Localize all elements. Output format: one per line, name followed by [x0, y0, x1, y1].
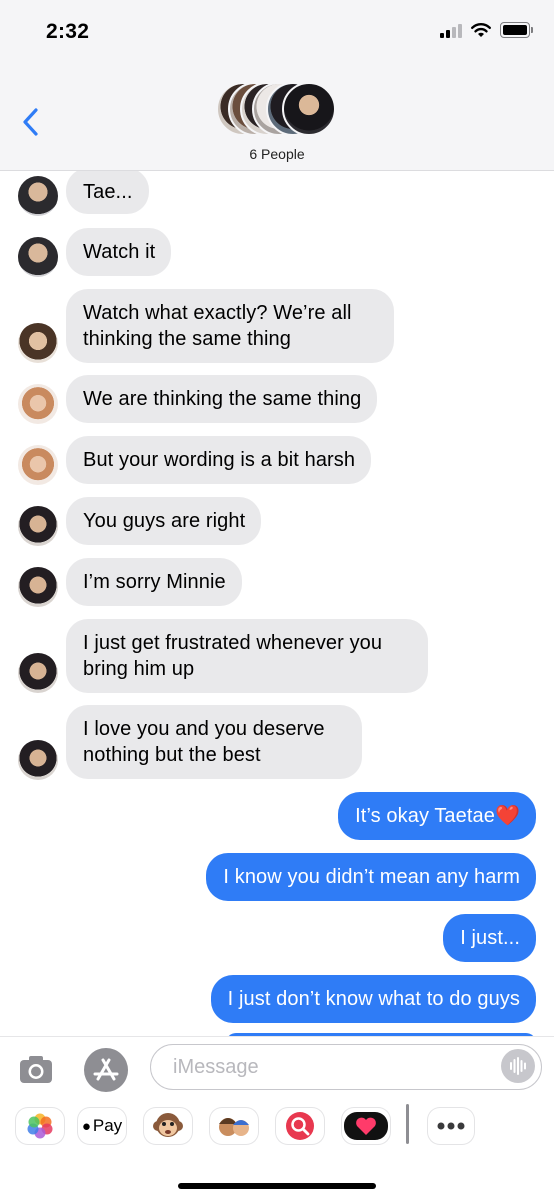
message-bubble-incoming[interactable]: Watch what exactly? We’re all thinking t…: [66, 289, 394, 363]
message-bubble-incoming[interactable]: We are thinking the same thing: [66, 375, 378, 423]
apple-pay-icon[interactable]: ● Pay: [78, 1108, 126, 1144]
digital-touch-heart-icon[interactable]: [342, 1108, 390, 1144]
home-indicator[interactable]: [178, 1183, 376, 1189]
sender-avatar[interactable]: [18, 237, 58, 277]
message-bubble-incoming[interactable]: But your wording is a bit harsh: [66, 436, 372, 484]
battery-icon: [500, 22, 533, 38]
wifi-icon: [471, 23, 491, 37]
cellular-signal-icon: [440, 22, 462, 38]
more-apps-icon[interactable]: [428, 1108, 474, 1144]
sender-avatar[interactable]: [18, 567, 58, 607]
message-bubble-outgoing[interactable]: I just...: [443, 914, 536, 962]
memoji-stickers-icon[interactable]: [210, 1108, 258, 1144]
apple-logo-icon: ●: [81, 1117, 91, 1135]
message-bubble-incoming[interactable]: Tae...: [66, 168, 149, 214]
message-bubble-incoming[interactable]: I’m sorry Minnie: [66, 558, 242, 606]
sender-avatar[interactable]: [18, 653, 58, 693]
group-people-count[interactable]: 6 People: [0, 146, 554, 162]
sender-avatar[interactable]: [18, 506, 58, 546]
message-bubble-incoming[interactable]: I love you and you deserve nothing but t…: [66, 705, 362, 779]
sender-avatar[interactable]: [18, 384, 58, 424]
message-bubble-outgoing[interactable]: It’s okay Taetae❤️: [338, 792, 536, 840]
sender-avatar[interactable]: [18, 176, 58, 216]
status-time: 2:32: [46, 20, 90, 43]
status-icons: [440, 22, 533, 38]
avatar: [282, 82, 336, 136]
message-bubble-incoming[interactable]: You guys are right: [66, 497, 262, 545]
message-input[interactable]: [171, 1045, 475, 1089]
sender-avatar[interactable]: [18, 323, 58, 363]
animoji-monkey-icon[interactable]: [144, 1108, 192, 1144]
web-search-images-icon[interactable]: [276, 1108, 324, 1144]
message-bubble-incoming[interactable]: I just get frustrated whenever you bring…: [66, 619, 428, 693]
back-chevron-icon[interactable]: [16, 104, 46, 140]
audio-waveform-icon[interactable]: [501, 1049, 535, 1083]
app-drawer-divider: [406, 1104, 409, 1144]
message-bubble-outgoing[interactable]: I just don’t know what to do guys: [210, 975, 536, 1023]
sender-avatar[interactable]: [18, 740, 58, 780]
app-store-icon[interactable]: [84, 1048, 128, 1092]
apple-pay-label: Pay: [92, 1116, 123, 1135]
group-avatar-stack[interactable]: [216, 82, 338, 138]
sender-avatar[interactable]: [18, 445, 58, 485]
camera-icon[interactable]: [14, 1048, 58, 1092]
conversation-header: 2:32 6 People: [0, 0, 554, 171]
message-bubble-outgoing[interactable]: I know you didn’t mean any harm: [206, 853, 536, 901]
imessage-text-field[interactable]: [150, 1044, 542, 1090]
message-bubble-incoming[interactable]: Watch it: [66, 228, 172, 276]
photos-app-icon[interactable]: [16, 1108, 64, 1144]
